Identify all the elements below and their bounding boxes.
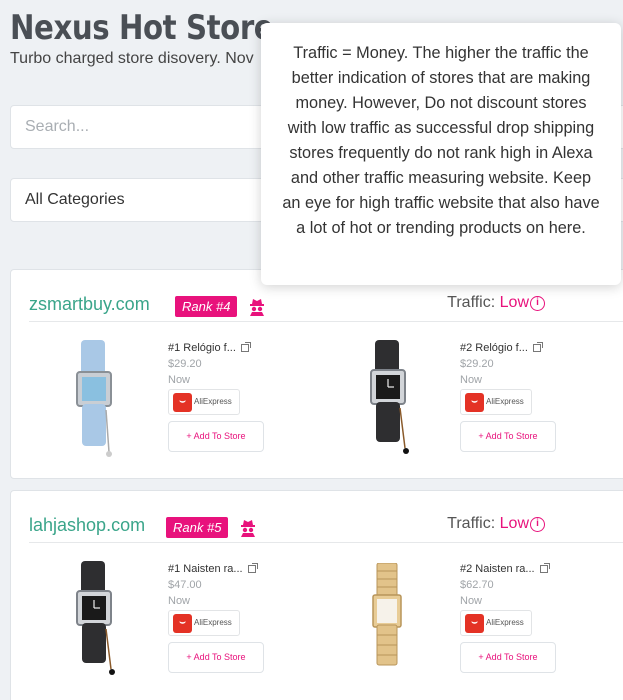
traffic-value: Low: [499, 294, 529, 311]
aliexpress-badge[interactable]: ⌣ AliExpress: [168, 610, 240, 636]
aliexpress-label: AliExpress: [194, 397, 232, 406]
aliexpress-label: AliExpress: [194, 618, 232, 627]
product-title-text: #2 Relógio f...: [460, 342, 528, 354]
rank-badge: Rank #4: [175, 296, 238, 317]
product-status: Now: [168, 595, 191, 607]
traffic-indicator: Traffic: Low: [447, 515, 529, 533]
traffic-value: Low: [499, 515, 529, 532]
aliexpress-icon: ⌣: [173, 393, 192, 412]
rank-badge: Rank #5: [166, 517, 229, 538]
product-title-text: #1 Naisten ra...: [168, 563, 243, 575]
store-card: zsmartbuy.com Rank #4 Traffic: Low i #1 …: [10, 269, 623, 479]
product-title-text: #2 Naisten ra...: [460, 563, 535, 575]
aliexpress-badge[interactable]: ⌣ AliExpress: [460, 389, 532, 415]
product-price: $29.20: [168, 358, 202, 370]
product-price: $47.00: [168, 579, 202, 591]
product-title[interactable]: #2 Naisten ra...: [460, 563, 550, 575]
info-icon[interactable]: i: [530, 517, 545, 532]
aliexpress-icon: ⌣: [173, 614, 192, 633]
external-link-icon[interactable]: [539, 563, 550, 573]
traffic-tooltip: Traffic = Money. The higher the traffic …: [261, 23, 621, 285]
aliexpress-label: AliExpress: [486, 618, 524, 627]
product-status: Now: [460, 595, 483, 607]
product-image[interactable]: [51, 561, 141, 681]
store-header: lahjashop.com Rank #5 Traffic: Low i: [29, 513, 623, 543]
product-image[interactable]: [345, 563, 435, 683]
spy-icon[interactable]: [240, 517, 256, 537]
traffic-indicator: Traffic: Low: [447, 294, 529, 312]
store-header: zsmartbuy.com Rank #4 Traffic: Low i: [29, 292, 623, 322]
site-title: Nexus Hot Store: [10, 8, 274, 48]
product-image[interactable]: [51, 340, 141, 460]
product-status: Now: [460, 374, 483, 386]
aliexpress-label: AliExpress: [486, 397, 524, 406]
product-status: Now: [168, 374, 191, 386]
traffic-label: Traffic:: [447, 294, 496, 311]
info-icon[interactable]: i: [530, 296, 545, 311]
product-title[interactable]: #1 Relógio f...: [168, 342, 251, 354]
product-title[interactable]: #1 Naisten ra...: [168, 563, 258, 575]
product-price: $29.20: [460, 358, 494, 370]
store-link[interactable]: zsmartbuy.com: [29, 294, 150, 315]
external-link-icon[interactable]: [240, 342, 251, 352]
product-image[interactable]: [345, 340, 435, 460]
add-to-store-button[interactable]: + Add To Store: [168, 421, 264, 452]
add-to-store-button[interactable]: + Add To Store: [460, 421, 556, 452]
product-title-text: #1 Relógio f...: [168, 342, 236, 354]
product-price: $62.70: [460, 579, 494, 591]
store-card: lahjashop.com Rank #5 Traffic: Low i #1 …: [10, 490, 623, 700]
aliexpress-badge[interactable]: ⌣ AliExpress: [460, 610, 532, 636]
add-to-store-button[interactable]: + Add To Store: [168, 642, 264, 673]
aliexpress-icon: ⌣: [465, 393, 484, 412]
add-to-store-button[interactable]: + Add To Store: [460, 642, 556, 673]
aliexpress-icon: ⌣: [465, 614, 484, 633]
external-link-icon[interactable]: [532, 342, 543, 352]
aliexpress-badge[interactable]: ⌣ AliExpress: [168, 389, 240, 415]
external-link-icon[interactable]: [247, 563, 258, 573]
traffic-label: Traffic:: [447, 515, 496, 532]
spy-icon[interactable]: [249, 296, 265, 316]
store-link[interactable]: lahjashop.com: [29, 515, 145, 536]
product-title[interactable]: #2 Relógio f...: [460, 342, 543, 354]
